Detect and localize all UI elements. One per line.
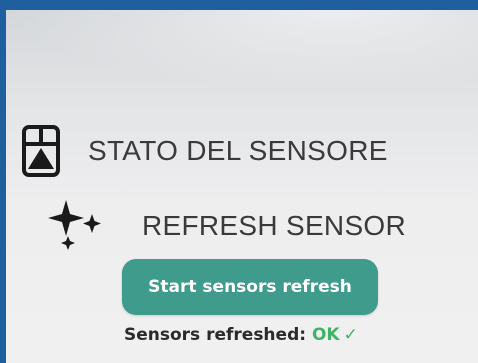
start-sensors-refresh-button[interactable]: Start sensors refresh xyxy=(122,259,378,315)
sensor-status-label: STATO DEL SENSORE xyxy=(88,135,388,166)
sensor-status-icon xyxy=(20,124,62,178)
screen-glare xyxy=(6,10,478,90)
screen-photo: STATO DEL SENSORE REFRESH SENSOR Start s… xyxy=(6,10,478,363)
sensor-status-row[interactable]: STATO DEL SENSORE xyxy=(20,124,388,178)
refresh-result-text: Sensors refreshed: OK ✓ xyxy=(124,325,384,345)
result-ok-status: OK xyxy=(311,325,340,345)
refresh-sensor-label: REFRESH SENSOR xyxy=(142,210,407,241)
refresh-sensor-row[interactable]: REFRESH SENSOR xyxy=(44,200,406,252)
check-icon: ✓ xyxy=(343,325,358,345)
result-prefix: Sensors refreshed: xyxy=(124,325,312,345)
sparkles-icon xyxy=(44,200,102,252)
